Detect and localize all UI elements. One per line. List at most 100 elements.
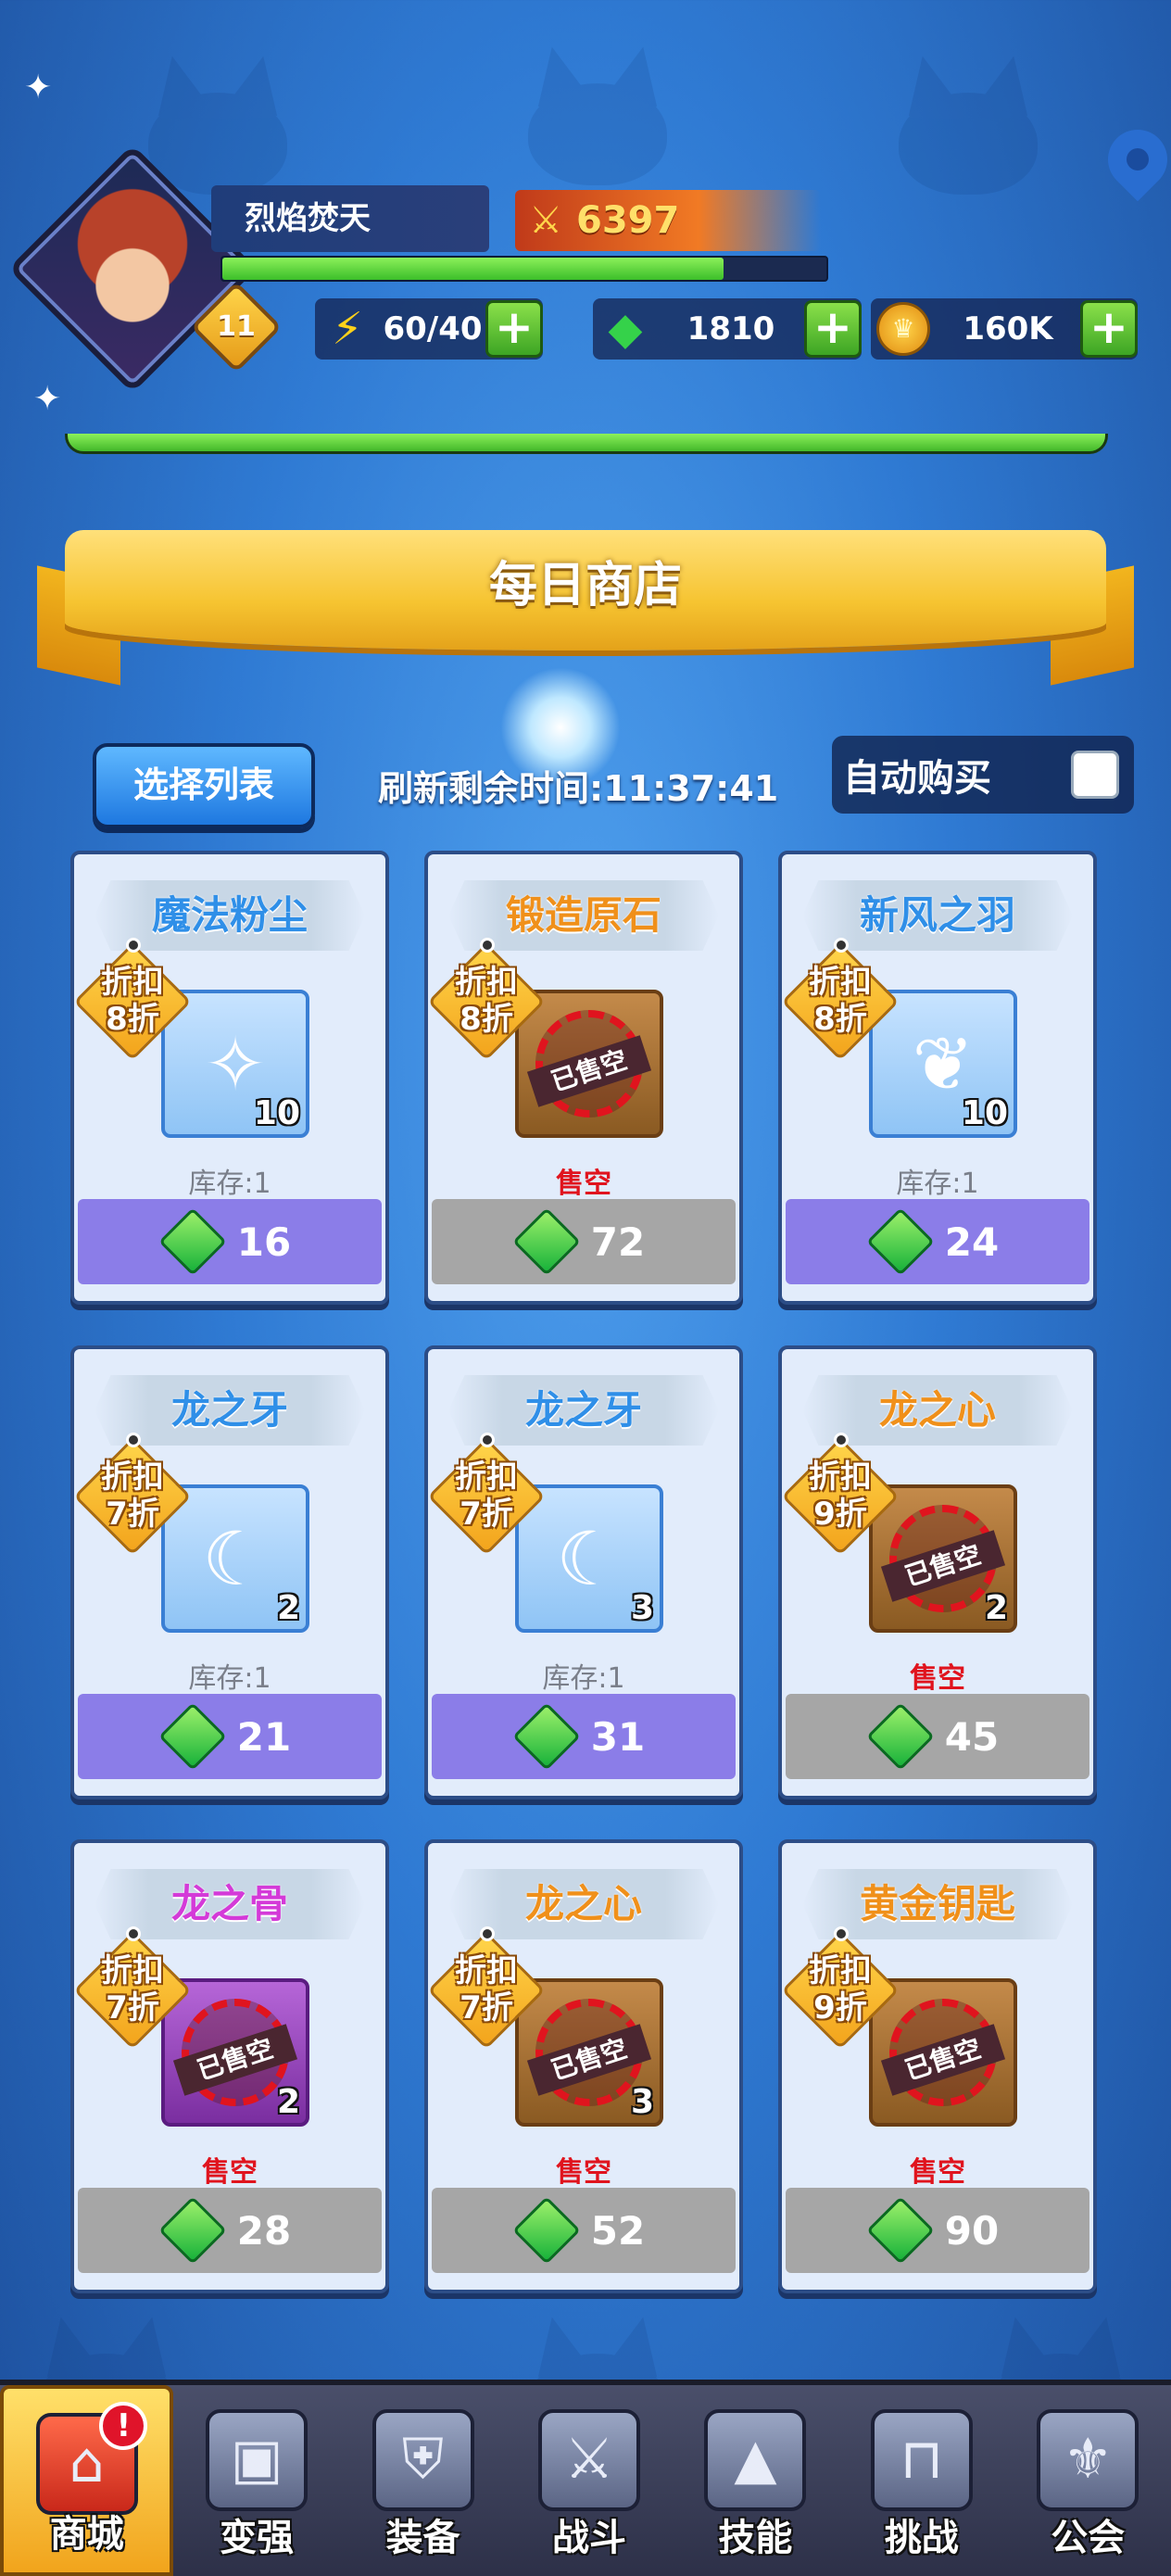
combat-power-value: 6397 — [576, 199, 680, 242]
shop-item-card[interactable]: 黄金钥匙 已售空 折扣 9折 售空 90 — [778, 1839, 1097, 2293]
gem-icon: ◆ — [608, 303, 643, 355]
sparkle-star-icon: ✦ — [33, 380, 62, 418]
select-list-button[interactable]: 选择列表 — [93, 743, 315, 828]
buy-button: 90 — [786, 2188, 1089, 2273]
background-cat-icon — [519, 46, 676, 185]
shop-item-card[interactable]: 龙之心 已售空 3 折扣 7折 售空 52 — [424, 1839, 743, 2293]
discount-value: 8折 — [106, 1001, 159, 1038]
item-icon-frame: ✧ 10 — [161, 990, 309, 1138]
auto-buy-toggle[interactable]: 自动购买 — [832, 736, 1134, 814]
refresh-timer: 刷新剩余时间:11:37:41 — [378, 768, 779, 809]
nav-item-skillbook[interactable]: ▲ 技能 — [673, 2385, 838, 2576]
armor-icon: ⛨ — [371, 2409, 474, 2511]
shop-title: 每日商店 — [65, 530, 1106, 650]
buy-button: 72 — [432, 1199, 736, 1284]
shop-banner: 每日商店 — [37, 519, 1134, 695]
gem-icon — [157, 1702, 227, 1771]
nav-label: 公会 — [1051, 2517, 1126, 2559]
nav-label: 变强 — [220, 2517, 295, 2559]
xp-bar — [220, 256, 828, 282]
price-value: 21 — [236, 1713, 292, 1760]
nav-label: 商城 — [49, 2513, 124, 2556]
discount-tag: 折扣 9折 — [781, 1926, 900, 2050]
price-value: 24 — [944, 1219, 1000, 1265]
gem-icon — [511, 1702, 581, 1771]
shop-item-card[interactable]: 魔法粉尘 ✧ 10 折扣 8折 库存:1 16 — [70, 851, 389, 1305]
energy-resource: ⚡ 60/40 + — [315, 298, 543, 360]
nav-item-shop[interactable]: ⌂ ! 商城 — [0, 2385, 174, 2576]
shop-item-card[interactable]: 锻造原石 已售空 折扣 8折 售空 72 — [424, 851, 743, 1305]
add-gold-button[interactable]: + — [1080, 300, 1138, 358]
crossed-swords-icon: ⚔ — [529, 199, 562, 242]
gem-icon — [865, 1702, 935, 1771]
discount-label: 折扣 — [455, 1458, 518, 1496]
buy-button: 52 — [432, 2188, 736, 2273]
discount-tag: 折扣 8折 — [427, 938, 546, 1061]
nav-item-chest[interactable]: ▣ 变强 — [173, 2385, 339, 2576]
gate-icon: ⊓ — [870, 2409, 973, 2511]
buy-button[interactable]: 16 — [78, 1199, 382, 1284]
alert-badge: ! — [99, 2402, 148, 2450]
discount-tag: 折扣 7折 — [73, 1926, 192, 2050]
buy-button[interactable]: 31 — [432, 1694, 736, 1779]
sold-out-stamp: 已售空 — [526, 1999, 652, 2106]
sold-out-label: 售空 — [202, 2156, 258, 2189]
nav-item-guild-shield[interactable]: ⚜ 公会 — [1005, 2385, 1171, 2576]
guild-shield-icon: ⚜ — [1037, 2409, 1140, 2511]
item-icon-frame: 已售空 — [515, 990, 663, 1138]
gem-icon — [157, 1207, 227, 1276]
sold-out-label: 售空 — [910, 2156, 965, 2189]
add-gem-button[interactable]: + — [804, 300, 862, 358]
nav-item-armor[interactable]: ⛨ 装备 — [340, 2385, 506, 2576]
shop-item-card[interactable]: 新风之羽 ❦ 10 折扣 8折 库存:1 24 — [778, 851, 1097, 1305]
item-icon-frame: 已售空 3 — [515, 1978, 663, 2127]
buy-button[interactable]: 24 — [786, 1199, 1089, 1284]
shop-item-card[interactable]: 龙之牙 ☾ 3 折扣 7折 库存:1 31 — [424, 1345, 743, 1799]
map-pin-icon[interactable] — [1095, 117, 1171, 202]
shop-item-card[interactable]: 龙之牙 ☾ 2 折扣 7折 库存:1 21 — [70, 1345, 389, 1799]
sold-out-stamp-text: 已售空 — [526, 1035, 652, 1107]
shop-item-card[interactable]: 龙之心 已售空 2 折扣 9折 售空 45 — [778, 1345, 1097, 1799]
nav-label: 装备 — [385, 2517, 460, 2559]
nav-item-gate[interactable]: ⊓ 挑战 — [838, 2385, 1004, 2576]
discount-tag: 折扣 7折 — [427, 1433, 546, 1556]
gold-resource: ♛ 160K + — [871, 298, 1138, 360]
discount-value: 8折 — [460, 1001, 513, 1038]
item-count: 2 — [984, 1589, 1008, 1627]
stock-label: 库存:1 — [542, 1662, 625, 1695]
discount-label: 折扣 — [455, 1952, 518, 1989]
item-icon-frame: ☾ 3 — [515, 1484, 663, 1633]
discount-label: 折扣 — [101, 1458, 164, 1496]
sold-out-stamp: 已售空 — [880, 1505, 1006, 1612]
gem-value: 1810 — [686, 310, 775, 347]
buy-button[interactable]: 21 — [78, 1694, 382, 1779]
discount-label: 折扣 — [455, 964, 518, 1001]
price-value: 31 — [590, 1713, 646, 1760]
item-icon-frame: 已售空 2 — [161, 1978, 309, 2127]
shop-item-card[interactable]: 龙之骨 已售空 2 折扣 7折 售空 28 — [70, 1839, 389, 2293]
discount-value: 7折 — [460, 1989, 513, 2027]
auto-buy-checkbox[interactable] — [1071, 751, 1119, 799]
gem-icon — [511, 1207, 581, 1276]
nav-item-swords[interactable]: ⚔ 战斗 — [506, 2385, 672, 2576]
discount-tag: 折扣 9折 — [781, 1433, 900, 1556]
discount-tag: 折扣 7折 — [427, 1926, 546, 2050]
gem-icon — [511, 2196, 581, 2265]
discount-label: 折扣 — [809, 964, 872, 1001]
combat-power: ⚔ 6397 — [515, 190, 821, 251]
swords-icon: ⚔ — [537, 2409, 640, 2511]
discount-tag: 折扣 7折 — [73, 1433, 192, 1556]
buy-button: 28 — [78, 2188, 382, 2273]
stock-label: 库存:1 — [188, 1662, 271, 1695]
gold-coin-icon: ♛ — [876, 302, 930, 356]
price-value: 45 — [944, 1713, 1000, 1760]
lightning-icon: ⚡ — [332, 303, 363, 355]
discount-tag: 折扣 8折 — [781, 938, 900, 1061]
discount-label: 折扣 — [101, 1952, 164, 1989]
sold-out-stamp: 已售空 — [172, 1999, 298, 2106]
gem-icon — [865, 2196, 935, 2265]
sold-out-stamp-text: 已售空 — [880, 2024, 1006, 2096]
energy-value: 60/40 — [383, 310, 483, 347]
add-energy-button[interactable]: + — [485, 300, 543, 358]
header-divider — [65, 434, 1108, 454]
